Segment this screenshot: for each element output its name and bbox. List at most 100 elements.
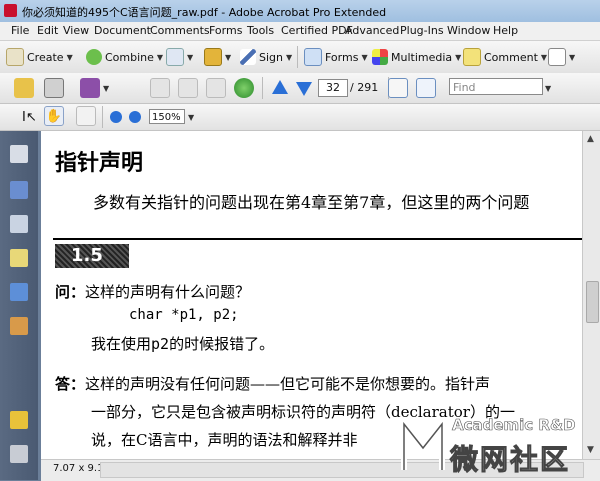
toolbar-separator bbox=[262, 77, 263, 99]
toolbar-separator bbox=[102, 106, 103, 128]
menu-certified-pdf[interactable]: Certified PDF bbox=[281, 24, 353, 37]
page-number-input[interactable]: 32 bbox=[318, 79, 348, 97]
comment-button[interactable]: Comment ▼ bbox=[463, 47, 547, 67]
chevron-down-icon: ▼ bbox=[187, 52, 194, 62]
menu-plug-ins[interactable]: Plug-Ins bbox=[400, 24, 444, 37]
fit-width-icon[interactable] bbox=[388, 78, 408, 98]
watermark-logo-icon bbox=[401, 418, 445, 470]
chevron-down-icon: ▼ bbox=[361, 52, 368, 62]
email-icon[interactable] bbox=[80, 78, 100, 98]
create-pdf-icon bbox=[6, 48, 24, 66]
vertical-scrollbar[interactable]: ▲ ▼ bbox=[582, 131, 600, 459]
pages-icon[interactable] bbox=[10, 145, 28, 163]
chevron-down-icon: ▼ bbox=[66, 52, 73, 62]
chevron-down-icon: ▼ bbox=[286, 52, 293, 62]
chevron-down-icon: ▼ bbox=[225, 52, 232, 62]
zoom-level-input[interactable]: 150% bbox=[149, 109, 185, 124]
chevron-down-icon[interactable]: ▼ bbox=[188, 113, 194, 122]
next-page-icon[interactable] bbox=[296, 82, 312, 96]
chevron-down-icon: ▼ bbox=[455, 52, 462, 62]
combine-icon bbox=[86, 49, 102, 65]
question-text: 这样的声明有什么问题？ bbox=[85, 283, 251, 301]
lock-icon bbox=[204, 48, 222, 66]
menu-window[interactable]: Window bbox=[447, 24, 490, 37]
scroll-thumb[interactable] bbox=[586, 281, 599, 323]
menu-edit[interactable]: Edit bbox=[37, 24, 58, 37]
answer-line-1: 答：这样的声明没有任何问题——但它可能不是你想要的。指针声 bbox=[55, 375, 491, 393]
find-input[interactable]: Find bbox=[449, 78, 543, 95]
comments-panel-icon[interactable] bbox=[10, 411, 28, 429]
answer-line-3: 说，在C语言中，声明的语法和解释并非 bbox=[91, 431, 358, 449]
multimedia-button[interactable]: Multimedia ▼ bbox=[372, 47, 461, 67]
section-number: 1.5 bbox=[55, 244, 129, 268]
combine-button[interactable]: Combine ▼ bbox=[86, 47, 163, 67]
pen-icon bbox=[240, 49, 256, 65]
export-icon bbox=[166, 48, 184, 66]
title-bar: 你必须知道的495个C语言问题_raw.pdf - Adobe Acrobat … bbox=[0, 0, 600, 23]
save-as-icon[interactable] bbox=[178, 78, 198, 98]
acrobat-icon bbox=[4, 4, 17, 17]
print-icon[interactable] bbox=[44, 78, 64, 98]
zoom-in-icon[interactable] bbox=[129, 111, 141, 123]
more-tools-button[interactable]: ▼ bbox=[548, 47, 575, 67]
toolbar-separator bbox=[297, 46, 298, 68]
watermark: Academic R&D 微网社区 bbox=[400, 412, 600, 480]
question-line-2: 我在使用p2的时候报错了。 bbox=[91, 335, 275, 353]
bookmarks-icon[interactable] bbox=[10, 181, 28, 199]
chevron-down-icon: ▼ bbox=[569, 52, 576, 62]
code-sample: char *p1, p2; bbox=[129, 307, 239, 323]
create-button[interactable]: Create ▼ bbox=[6, 47, 73, 67]
secure-button[interactable]: ▼ bbox=[204, 47, 231, 67]
menu-view[interactable]: View bbox=[63, 24, 89, 37]
multimedia-icon bbox=[372, 49, 388, 65]
menu-comments[interactable]: Comments bbox=[150, 24, 210, 37]
previous-page-icon[interactable] bbox=[272, 80, 288, 94]
document-page[interactable]: 指针声明 多数有关指针的问题出现在第4章至第7章，但这里的两个问题 1.5 问：… bbox=[41, 131, 582, 459]
page-total-label: / 291 bbox=[350, 81, 379, 94]
globe-icon[interactable] bbox=[234, 78, 254, 98]
menu-tools[interactable]: Tools bbox=[247, 24, 274, 37]
full-screen-icon[interactable] bbox=[416, 78, 436, 98]
sign-button[interactable]: Sign ▼ bbox=[240, 47, 292, 67]
marquee-zoom-icon[interactable] bbox=[76, 106, 96, 126]
attachments-icon[interactable] bbox=[10, 249, 28, 267]
paperclip-icon[interactable] bbox=[10, 445, 28, 463]
save-icon[interactable] bbox=[150, 78, 170, 98]
open-folder-icon[interactable] bbox=[14, 78, 34, 98]
chevron-down-icon: ▼ bbox=[156, 52, 164, 62]
hand-tool-icon[interactable]: ✋ bbox=[44, 106, 64, 126]
scroll-up-icon[interactable]: ▲ bbox=[587, 134, 594, 144]
watermark-line-2: 微网社区 bbox=[449, 443, 571, 477]
select-tool-icon[interactable]: I↖ bbox=[22, 110, 37, 125]
zoom-out-icon[interactable] bbox=[110, 111, 122, 123]
forms-icon bbox=[304, 48, 322, 66]
question-line: 问：这样的声明有什么问题？ bbox=[55, 281, 250, 302]
watermark-line-1: Academic R&D bbox=[452, 416, 576, 435]
tasks-toolbar: Create ▼ Combine ▼ ▼ ▼ Sign ▼ Forms ▼ Multim… bbox=[0, 41, 600, 74]
chevron-down-icon[interactable]: ▼ bbox=[545, 84, 551, 93]
menu-advanced[interactable]: Advanced bbox=[345, 24, 399, 37]
window-title: 你必须知道的495个C语言问题_raw.pdf - Adobe Acrobat … bbox=[22, 6, 387, 19]
forms-button[interactable]: Forms ▼ bbox=[304, 47, 368, 67]
signatures-icon[interactable] bbox=[10, 215, 28, 233]
export-button[interactable]: ▼ bbox=[166, 47, 193, 67]
intro-paragraph: 多数有关指针的问题出现在第4章至第7章，但这里的两个问题 bbox=[93, 193, 530, 212]
answer-label: 答： bbox=[55, 375, 86, 393]
toolbar-options-icon bbox=[548, 48, 566, 66]
select-zoom-toolbar: I↖ ✋ ▼ bbox=[0, 104, 600, 131]
chevron-down-icon: ▼ bbox=[540, 52, 548, 62]
menu-bar: File Edit View Document Comments Forms T… bbox=[0, 22, 600, 41]
menu-document[interactable]: Document bbox=[94, 24, 151, 37]
tags-icon[interactable] bbox=[10, 317, 28, 335]
section-rule bbox=[53, 238, 582, 240]
question-label: 问： bbox=[55, 283, 86, 301]
document-heading: 指针声明 bbox=[55, 150, 144, 176]
menu-file[interactable]: File bbox=[11, 24, 29, 37]
navigation-pane bbox=[0, 131, 38, 480]
layers-icon[interactable] bbox=[10, 283, 28, 301]
attach-icon[interactable] bbox=[206, 78, 226, 98]
comment-icon bbox=[463, 48, 481, 66]
chevron-down-icon[interactable]: ▼ bbox=[103, 84, 109, 93]
menu-forms[interactable]: Forms bbox=[209, 24, 242, 37]
menu-help[interactable]: Help bbox=[493, 24, 518, 37]
